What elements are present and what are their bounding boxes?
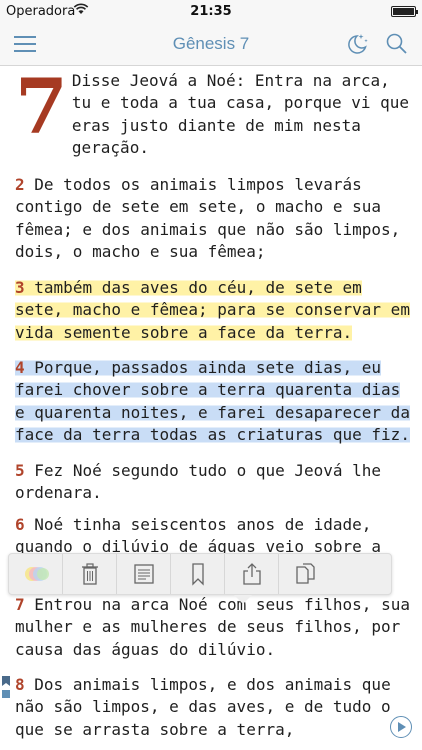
toolbar-pointer xyxy=(234,595,252,604)
verse-number: 6 xyxy=(15,515,25,534)
verse-number: 8 xyxy=(15,675,25,694)
verse-text: Entrou na arca Noé com seus filhos, sua … xyxy=(15,595,410,659)
verse-1[interactable]: 7 Disse Jeová a Noé: Entra na arca, tu e … xyxy=(15,62,410,160)
verse-number: 3 xyxy=(15,278,25,297)
verse-action-toolbar xyxy=(8,553,392,595)
verse-3[interactable]: 3 também das aves do céu, de sete em set… xyxy=(15,277,410,344)
verse-4[interactable]: 4 Porque, passados ainda sete dias, eu f… xyxy=(15,357,410,447)
clock: 21:35 xyxy=(190,4,232,19)
copy-icon[interactable] xyxy=(279,554,333,594)
verse-number: 5 xyxy=(15,461,25,480)
note-icon[interactable] xyxy=(117,554,171,594)
verse-text: Dos animais limpos, e dos animais que nã… xyxy=(15,675,391,739)
status-bar: Operadora 21:35 xyxy=(0,0,422,22)
color-palette-icon[interactable] xyxy=(9,554,63,594)
verse-5[interactable]: 5 Fez Noé segundo tudo o que Jeová lhe o… xyxy=(15,460,410,505)
verse-text: De todos os animais limpos levarás conti… xyxy=(15,175,401,262)
battery-icon xyxy=(391,6,418,17)
verse-2[interactable]: 2 De todos os animais limpos levarás con… xyxy=(15,174,410,264)
verse-number: 2 xyxy=(15,175,25,194)
navigation-bar: Gênesis 7 xyxy=(0,22,422,66)
play-icon[interactable] xyxy=(390,716,412,738)
verse-text: Porque, passados ainda sete dias, eu far… xyxy=(15,358,410,445)
verse-text: Fez Noé segundo tudo o que Jeová lhe ord… xyxy=(15,461,382,503)
bookmark-marker-icon[interactable] xyxy=(2,676,11,702)
moon-stars-icon[interactable] xyxy=(344,31,370,57)
chapter-dropcap: 7 xyxy=(15,62,68,151)
trash-icon[interactable] xyxy=(63,554,117,594)
verse-number: 4 xyxy=(15,358,25,377)
search-icon[interactable] xyxy=(384,31,410,57)
verse-text: Disse Jeová a Noé: Entra na arca, tu e t… xyxy=(71,71,410,158)
verse-number: 7 xyxy=(15,595,25,614)
verse-text: também das aves do céu, de sete em sete,… xyxy=(15,278,410,342)
bookmark-icon[interactable] xyxy=(171,554,225,594)
verse-8[interactable]: 8 Dos animais limpos, e dos animais que … xyxy=(15,674,410,741)
verse-7[interactable]: 7 Entrou na arca Noé com seus filhos, su… xyxy=(15,594,410,661)
share-icon[interactable] xyxy=(225,554,279,594)
